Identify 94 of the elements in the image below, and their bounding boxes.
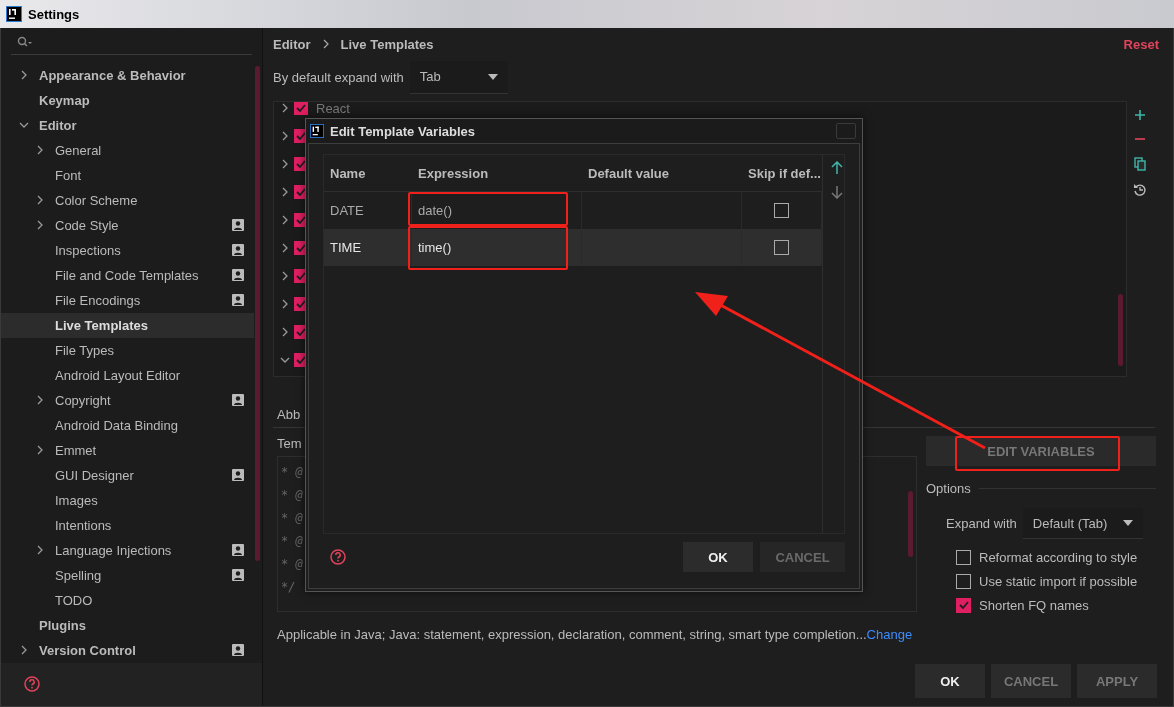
settings-tree-item[interactable]: Keymap (1, 87, 254, 113)
chevron-right-icon[interactable] (35, 145, 45, 156)
column-header[interactable]: Name (324, 155, 412, 191)
app-logo-icon (6, 6, 22, 22)
checkbox-label[interactable]: Shorten FQ names (979, 597, 1089, 613)
chevron-right-icon[interactable] (35, 445, 45, 456)
settings-tree-item[interactable]: Plugins (1, 612, 254, 638)
table-cell: TIME (324, 229, 412, 266)
expand-label: By default expand with (273, 69, 404, 85)
settings-tree-item[interactable]: Color Scheme (1, 187, 254, 213)
dialog-button[interactable]: OK (915, 664, 985, 698)
abbreviation-label: Abb (277, 406, 301, 422)
help-icon[interactable] (329, 548, 347, 566)
column-header[interactable]: Skip if def... (742, 155, 822, 191)
change-link[interactable]: Change (866, 627, 913, 642)
code-line: * @ (281, 533, 303, 550)
dialog-button[interactable]: OK (683, 542, 753, 572)
chevron-right-icon[interactable] (280, 103, 290, 113)
template-text-label: Tem (277, 436, 303, 453)
help-icon[interactable] (23, 675, 41, 694)
settings-tree-item[interactable]: TODO (1, 587, 254, 613)
table-row[interactable]: TIME time() (324, 229, 822, 266)
chevron-down-icon[interactable] (280, 355, 290, 365)
settings-tree-item[interactable]: Editor (1, 112, 254, 138)
copy-icon[interactable] (1134, 157, 1146, 171)
settings-tree-item[interactable]: Font (1, 162, 254, 188)
code-line: * @ (281, 556, 303, 573)
dropdown-arrow-icon (487, 73, 498, 80)
settings-tree-item[interactable]: File Types (1, 337, 254, 363)
column-header[interactable]: Expression (412, 155, 582, 191)
code-line: * @ (281, 464, 303, 481)
chevron-right-icon[interactable] (35, 195, 45, 206)
checkbox-label[interactable]: Reformat according to style (979, 549, 1138, 565)
settings-tree-item[interactable]: Android Layout Editor (1, 362, 254, 388)
move-up-icon[interactable] (831, 161, 843, 175)
settings-tree-item[interactable]: General (1, 137, 254, 163)
checkbox[interactable] (956, 549, 971, 565)
app-logo-icon (310, 124, 324, 138)
scrollbar[interactable] (255, 66, 260, 561)
expand-with-label: Expand with (946, 516, 1017, 531)
code-line: * @ (281, 487, 303, 504)
settings-tree-item[interactable]: Android Data Binding (1, 412, 254, 438)
settings-tree-item[interactable]: Live Templates (1, 312, 254, 338)
chevron-right-icon[interactable] (280, 299, 290, 309)
settings-tree-item[interactable]: Appearance & Behavior (1, 62, 254, 88)
settings-tree-item[interactable]: File Encodings (1, 287, 254, 313)
checkbox[interactable] (956, 573, 971, 589)
code-line: * @ (281, 510, 303, 527)
dropdown-arrow-icon (1122, 520, 1133, 526)
chevron-right-icon[interactable] (280, 215, 290, 225)
settings-tree-item[interactable]: Version Control (1, 637, 254, 663)
chevron-right-icon[interactable] (280, 243, 290, 253)
chevron-right-icon[interactable] (35, 545, 45, 556)
chevron-right-icon[interactable] (280, 327, 290, 337)
revert-icon[interactable] (1133, 183, 1147, 197)
checkbox[interactable] (774, 203, 789, 218)
options-heading: Options (926, 480, 971, 496)
breadcrumb-item[interactable]: Editor (273, 36, 311, 52)
settings-tree-item[interactable]: Intentions (1, 512, 254, 538)
settings-tree-item[interactable]: Images (1, 487, 254, 513)
table-cell: time() (412, 229, 582, 266)
settings-tree-item[interactable]: GUI Designer (1, 462, 254, 488)
move-down-icon[interactable] (831, 185, 843, 199)
add-icon[interactable] (1134, 109, 1146, 121)
chevron-right-icon[interactable] (280, 187, 290, 197)
settings-tree-item[interactable]: Spelling (1, 562, 254, 588)
chevron-right-icon[interactable] (19, 70, 29, 81)
checkbox[interactable] (294, 102, 308, 115)
settings-tree-item[interactable]: File and Code Templates (1, 262, 254, 288)
chevron-right-icon[interactable] (35, 220, 45, 231)
code-line: */ (281, 579, 296, 596)
reset-link[interactable]: Reset (1123, 36, 1159, 52)
chevron-right-icon[interactable] (280, 271, 290, 281)
checkbox-label[interactable]: Use static import if possible (979, 573, 1138, 589)
chevron-right-icon[interactable] (35, 395, 45, 406)
search-icon (17, 36, 33, 49)
checkbox[interactable] (956, 597, 971, 613)
dialog-title: Edit Template Variables (330, 123, 475, 139)
chevron-right-icon[interactable] (280, 131, 290, 141)
settings-tree-item[interactable]: Inspections (1, 237, 254, 263)
chevron-right-icon[interactable] (280, 159, 290, 169)
checkbox[interactable] (774, 240, 789, 255)
settings-tree-item[interactable]: Emmet (1, 437, 254, 463)
template-group-name: React (316, 102, 350, 116)
column-header[interactable]: Default value (582, 155, 742, 191)
chevron-right-icon[interactable] (19, 645, 29, 656)
breadcrumb-item: Live Templates (340, 36, 434, 52)
settings-tree-item[interactable]: Code Style (1, 212, 254, 238)
applicable-contexts-text: Applicable in Java; Java: statement, expression, declaration, comment, string, smart type completion... (277, 627, 867, 642)
settings-tree-item[interactable]: Language Injections (1, 537, 254, 563)
window-title: Settings (28, 6, 80, 22)
scrollbar[interactable] (908, 491, 913, 557)
settings-tree-item[interactable]: Copyright (1, 387, 254, 413)
scrollbar[interactable] (1118, 294, 1123, 366)
